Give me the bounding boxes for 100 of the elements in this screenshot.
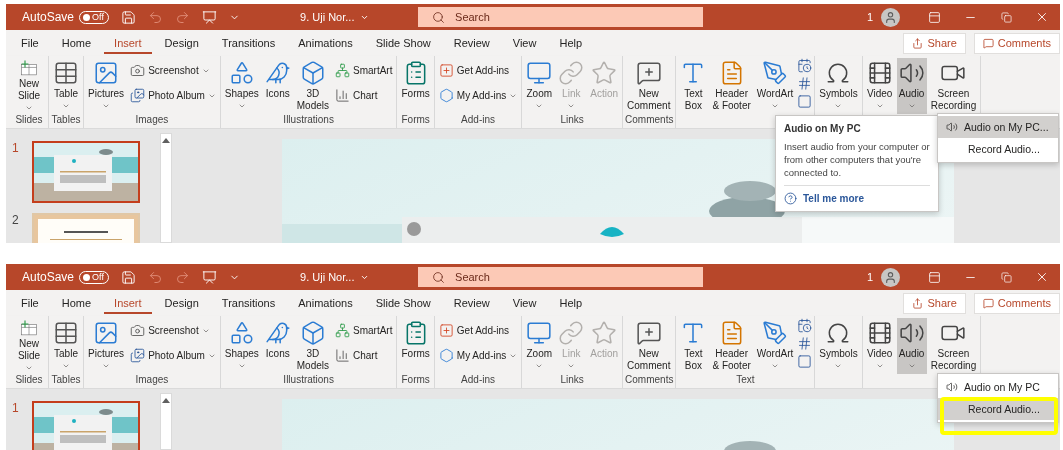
ribbon-button[interactable]: Table (51, 318, 81, 374)
ribbon-tab[interactable]: Transitions (211, 32, 286, 54)
search-field[interactable]: Search (418, 7, 704, 27)
ribbon-tab[interactable]: Help (549, 32, 593, 54)
ribbon-button[interactable]: Screen Recording (928, 318, 979, 374)
ribbon-button[interactable]: Symbols (817, 318, 860, 374)
presentation-icon[interactable] (202, 269, 218, 285)
ribbon-tab[interactable]: Design (154, 292, 209, 314)
group-label: Illustrations (282, 374, 335, 387)
ribbon-tab[interactable]: File (11, 32, 49, 54)
ribbon-button[interactable]: WordArt (754, 58, 796, 114)
ribbon-button[interactable]: Screen Recording (928, 58, 979, 114)
ribbon-button[interactable]: Screenshot (128, 62, 218, 79)
ribbon-icon-button[interactable] (797, 354, 813, 369)
ribbon-button[interactable]: Photo Album (128, 347, 218, 364)
ribbon-button[interactable]: Icons (262, 58, 293, 114)
ribbon-button[interactable]: Pictures (86, 58, 127, 114)
comments-button[interactable]: Comments (973, 32, 1060, 54)
ribbon-button[interactable]: Audio (896, 318, 927, 374)
ribbon-tab[interactable]: Design (154, 32, 209, 54)
save-icon[interactable] (121, 9, 137, 25)
ribbon-button[interactable]: Get Add-ins (436, 62, 520, 79)
menu-item[interactable]: Audio on My PC... (938, 116, 1058, 138)
slide-number: 1 (12, 141, 20, 155)
scrollbar[interactable] (160, 133, 172, 243)
ribbon-icon-button[interactable] (797, 336, 813, 351)
ribbon-tab[interactable]: Animations (288, 32, 363, 54)
ribbon-button[interactable]: New Comment (625, 58, 673, 114)
ribbon-button[interactable]: Forms (399, 318, 432, 374)
comments-button[interactable]: Comments (973, 292, 1060, 314)
ribbon-button[interactable]: Video (864, 58, 895, 114)
ribbon-tab[interactable]: Help (549, 292, 593, 314)
ribbon-button[interactable]: Pictures (86, 318, 127, 374)
redo-icon[interactable] (175, 9, 191, 25)
search-field[interactable]: Search (418, 267, 704, 287)
ribbon-button[interactable]: SmartArt (333, 62, 395, 79)
ribbon-button[interactable]: My Add-ins (436, 87, 520, 104)
document-title[interactable]: 9. Uji Nor... (300, 11, 391, 23)
save-icon[interactable] (121, 269, 137, 285)
avatar[interactable] (881, 7, 900, 27)
share-button[interactable]: Share (903, 292, 966, 314)
ribbon-tab[interactable]: Slide Show (365, 32, 441, 54)
ribbon-icon-button[interactable] (797, 76, 813, 91)
ribbon-button[interactable]: SmartArt (333, 322, 395, 339)
ribbon-button[interactable]: Icons (262, 318, 293, 374)
ribbon-button[interactable]: Photo Album (128, 87, 218, 104)
ribbon-button[interactable]: New Slide (12, 318, 46, 374)
ribbon-button[interactable]: New Comment (625, 318, 673, 374)
ribbon-button[interactable]: Text Box (678, 58, 709, 114)
menu-item[interactable]: Audio on My PC (938, 376, 1058, 398)
autosave-label: AutoSave (22, 10, 75, 24)
ribbon-button[interactable]: Header & Footer (710, 58, 753, 114)
ribbon-button[interactable]: 3D Models (294, 318, 331, 374)
picture-icon (93, 320, 120, 346)
share-button[interactable]: Share (903, 32, 966, 54)
menu-item[interactable]: Record Audio... (938, 138, 1058, 160)
ribbon-tab[interactable]: Home (51, 32, 102, 54)
tell-me-more-link[interactable]: Tell me more (784, 192, 930, 205)
ribbon-button[interactable]: Get Add-ins (436, 322, 520, 339)
ribbon-button[interactable]: Audio (896, 58, 927, 114)
ribbon-tab[interactable]: Review (443, 292, 500, 314)
ribbon-button[interactable]: 3D Models (294, 58, 331, 114)
ribbon-button[interactable]: Table (51, 58, 81, 114)
redo-icon[interactable] (175, 269, 191, 285)
ribbon-button[interactable]: Text Box (678, 318, 709, 374)
ribbon-button[interactable]: Chart (333, 87, 395, 104)
ribbon-button[interactable]: Shapes (222, 58, 261, 114)
notification-count: 1 (866, 11, 873, 23)
ribbon-button[interactable]: Screenshot (128, 322, 218, 339)
ribbon-button[interactable]: Forms (399, 58, 432, 114)
ribbon-tab[interactable]: Insert (104, 292, 152, 314)
undo-icon[interactable] (148, 269, 164, 285)
ribbon-tab[interactable]: Slide Show (365, 292, 441, 314)
ribbon-icon-button[interactable] (797, 318, 813, 333)
ribbon-button[interactable]: Header & Footer (710, 318, 753, 374)
ribbon-tab[interactable]: View (502, 32, 547, 54)
ribbon-tab[interactable]: Animations (288, 292, 363, 314)
ribbon-button[interactable]: Symbols (817, 58, 860, 114)
ribbon-button[interactable]: New Slide (12, 58, 46, 114)
ribbon-icon-button[interactable] (797, 94, 813, 109)
avatar[interactable] (881, 267, 900, 287)
ribbon-button[interactable]: My Add-ins (436, 347, 520, 364)
share-icon (912, 297, 924, 309)
ribbon-button[interactable]: WordArt (754, 318, 796, 374)
ribbon-button[interactable]: Chart (333, 347, 395, 364)
ribbon-tab[interactable]: Review (443, 32, 500, 54)
ribbon-button[interactable]: Shapes (222, 318, 261, 374)
scrollbar[interactable] (160, 393, 172, 450)
ribbon-tab[interactable]: File (11, 292, 49, 314)
undo-icon[interactable] (148, 9, 164, 25)
ribbon-icon-button[interactable] (797, 58, 813, 73)
ribbon-button[interactable]: Zoom (524, 318, 555, 374)
ribbon-button[interactable]: Zoom (524, 58, 555, 114)
ribbon-tab[interactable]: Home (51, 292, 102, 314)
presentation-icon[interactable] (202, 9, 218, 25)
ribbon-button[interactable]: Video (864, 318, 895, 374)
ribbon-tab[interactable]: Transitions (211, 292, 286, 314)
document-title[interactable]: 9. Uji Nor... (300, 271, 391, 283)
ribbon-tab[interactable]: Insert (104, 32, 152, 54)
ribbon-tab[interactable]: View (502, 292, 547, 314)
